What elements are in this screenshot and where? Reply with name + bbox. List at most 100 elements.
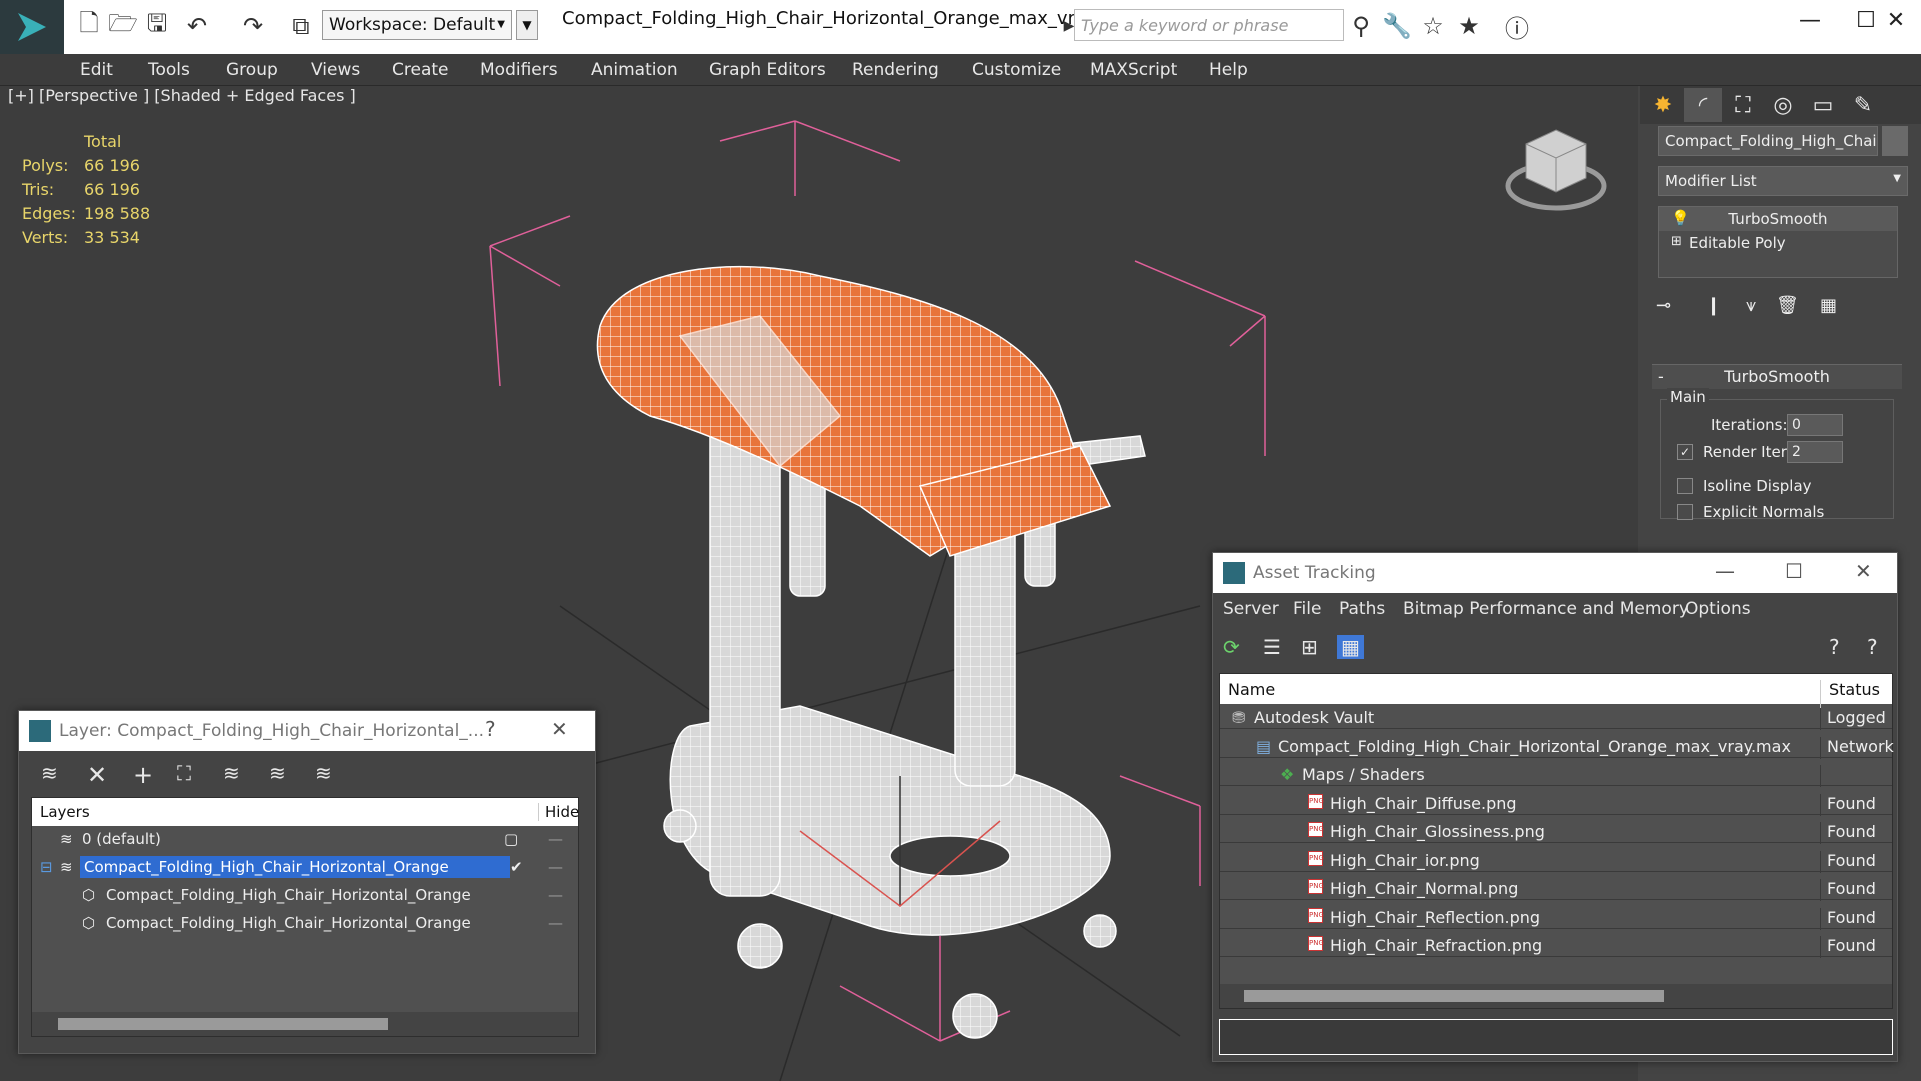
layer-row[interactable]: ⬡ Compact_Folding_High_Chair_Horizontal_…: [32, 912, 578, 936]
menu-group[interactable]: Group: [226, 60, 278, 80]
explicit-normals-checkbox[interactable]: [1677, 504, 1693, 520]
layer-dialog-titlebar[interactable]: Layer: Compact_Folding_High_Chair_Horizo…: [19, 711, 595, 751]
menu-views[interactable]: Views: [311, 60, 360, 80]
lightbulb-icon[interactable]: 💡: [1671, 209, 1690, 227]
layer-row[interactable]: ≋ 0 (default) ▢ —: [32, 828, 578, 852]
asset-row[interactable]: PNG High_Chair_Normal.png Found: [1220, 877, 1892, 901]
menu-create[interactable]: Create: [392, 60, 449, 80]
menu-maxscript[interactable]: MAXScript: [1090, 60, 1177, 80]
isoline-display-checkbox[interactable]: [1677, 478, 1693, 494]
tree-view-icon[interactable]: ⊞: [1301, 635, 1318, 659]
make-unique-icon[interactable]: ⩛: [1746, 295, 1756, 316]
asset-row[interactable]: PNG High_Chair_ior.png Found: [1220, 849, 1892, 873]
redo-icon[interactable]: ↷: [236, 10, 270, 42]
list-view-icon[interactable]: ☰: [1263, 635, 1281, 659]
minimize-button[interactable]: —: [1715, 559, 1735, 583]
col-layers[interactable]: Layers: [40, 803, 90, 821]
expand-plus-icon[interactable]: ⊞: [1671, 234, 1682, 249]
menu-customize[interactable]: Customize: [972, 60, 1061, 80]
workspace-options-button[interactable]: ▼: [516, 10, 538, 40]
asset-menu-bitmap[interactable]: Bitmap Performance and Memory: [1403, 599, 1689, 619]
maximize-button[interactable]: ☐: [1785, 559, 1803, 583]
menu-help[interactable]: Help: [1209, 60, 1248, 80]
object-color-swatch[interactable]: [1882, 126, 1908, 156]
pin-stack-icon[interactable]: ⊸: [1656, 295, 1671, 316]
binoculars-icon[interactable]: ⚲: [1344, 10, 1378, 42]
menu-edit[interactable]: Edit: [80, 60, 113, 80]
asset-row[interactable]: ⛃ Autodesk Vault Logged: [1220, 706, 1892, 730]
select-objects-icon[interactable]: ⛶: [177, 761, 191, 785]
create-tab-icon[interactable]: ✸: [1644, 88, 1682, 122]
close-button[interactable]: ✕: [1870, 4, 1921, 36]
active-layer-icon[interactable]: ▢: [504, 830, 518, 848]
scroll-thumb[interactable]: [1244, 990, 1664, 1002]
horizontal-scrollbar[interactable]: [1220, 984, 1892, 1008]
delete-layer-icon[interactable]: ✕: [87, 761, 107, 789]
modify-tab-icon[interactable]: ◜: [1684, 88, 1722, 122]
horizontal-scrollbar[interactable]: [32, 1012, 578, 1036]
collapse-icon[interactable]: ⊟: [40, 858, 53, 876]
viewcube-icon[interactable]: [1500, 116, 1620, 216]
save-file-icon[interactable]: 🖫: [140, 9, 174, 42]
table-view-icon[interactable]: ▦: [1337, 635, 1364, 659]
remove-modifier-icon[interactable]: 🗑: [1776, 295, 1799, 316]
render-iters-spinner[interactable]: 2: [1787, 441, 1843, 463]
asset-row[interactable]: PNG High_Chair_Refraction.png Found: [1220, 934, 1892, 958]
menu-rendering[interactable]: Rendering: [852, 60, 939, 80]
menu-modifiers[interactable]: Modifiers: [480, 60, 558, 80]
workspace-dropdown[interactable]: Workspace: Default ▼: [322, 10, 512, 40]
highlight-layer-icon[interactable]: ≋: [223, 761, 240, 785]
asset-row[interactable]: ▤ Compact_Folding_High_Chair_Horizontal_O…: [1220, 735, 1894, 759]
app-logo[interactable]: [0, 0, 64, 54]
hide-toggle-icon[interactable]: —: [548, 914, 563, 932]
hide-toggle-icon[interactable]: —: [548, 858, 563, 876]
configure-sets-icon[interactable]: ▦: [1820, 295, 1837, 316]
refresh-icon[interactable]: ⟳: [1223, 635, 1240, 659]
layer-row[interactable]: ⬡ Compact_Folding_High_Chair_Horizontal_…: [32, 884, 578, 908]
close-button[interactable]: ✕: [551, 717, 568, 741]
asset-menu-options[interactable]: Options: [1685, 599, 1751, 619]
close-button[interactable]: ✕: [1855, 559, 1872, 583]
asset-row[interactable]: PNG High_Chair_Reflection.png Found: [1220, 906, 1892, 930]
asset-row[interactable]: PNG High_Chair_Diffuse.png Found: [1220, 792, 1892, 816]
show-end-result-icon[interactable]: ❙: [1706, 295, 1721, 316]
help-context-icon[interactable]: ?: [1867, 635, 1878, 659]
utilities-tab-icon[interactable]: ✎: [1844, 88, 1882, 122]
add-to-layer-icon[interactable]: +: [133, 761, 153, 789]
asset-menu-paths[interactable]: Paths: [1339, 599, 1385, 619]
asset-menu-file[interactable]: File: [1293, 599, 1321, 619]
freeze-all-icon[interactable]: ≋: [315, 761, 332, 785]
scroll-thumb[interactable]: [58, 1018, 388, 1030]
asset-path-field[interactable]: [1219, 1019, 1893, 1055]
object-name-field[interactable]: Compact_Folding_High_Chair_H: [1658, 126, 1878, 156]
asset-row[interactable]: PNG High_Chair_Glossiness.png Found: [1220, 820, 1892, 844]
search-input[interactable]: Type a keyword or phrase: [1074, 9, 1344, 41]
help-button[interactable]: ?: [485, 717, 496, 741]
menu-animation[interactable]: Animation: [591, 60, 678, 80]
hide-toggle-icon[interactable]: —: [548, 886, 563, 904]
open-file-icon[interactable]: 🗁: [106, 9, 140, 42]
wrench-icon[interactable]: 🔧: [1380, 10, 1414, 42]
favorites-icon[interactable]: ☆: [1416, 10, 1450, 42]
motion-tab-icon[interactable]: ◎: [1764, 88, 1802, 122]
col-name[interactable]: Name: [1228, 680, 1275, 699]
minimize-button[interactable]: —: [1784, 4, 1836, 36]
hide-all-icon[interactable]: ≋: [269, 761, 286, 785]
new-file-icon[interactable]: 🗋: [72, 9, 106, 42]
help-icon[interactable]: ?: [1829, 635, 1840, 659]
stack-item-editable-poly[interactable]: ⊞ Editable Poly: [1659, 231, 1897, 255]
checkmark-icon[interactable]: ✔: [510, 858, 523, 876]
rollout-header[interactable]: - TurboSmooth: [1652, 365, 1902, 389]
undo-icon[interactable]: ↶: [180, 10, 214, 42]
menu-graph-editors[interactable]: Graph Editors: [709, 60, 826, 80]
stack-item-turbosmooth[interactable]: 💡 TurboSmooth: [1659, 207, 1897, 231]
col-hide[interactable]: Hide: [538, 803, 579, 821]
menu-tools[interactable]: Tools: [148, 60, 190, 80]
help-icon[interactable]: ⓘ: [1500, 10, 1534, 43]
new-layer-icon[interactable]: ≋: [41, 761, 58, 785]
modifier-list-dropdown[interactable]: Modifier List ▼: [1658, 166, 1908, 196]
asset-dialog-titlebar[interactable]: Asset Tracking — ☐ ✕: [1213, 553, 1897, 593]
iterations-spinner[interactable]: 0: [1787, 414, 1843, 436]
layer-row[interactable]: ⊟ ≋ Compact_Folding_High_Chair_Horizonta…: [32, 856, 578, 880]
asset-menu-server[interactable]: Server: [1223, 599, 1279, 619]
